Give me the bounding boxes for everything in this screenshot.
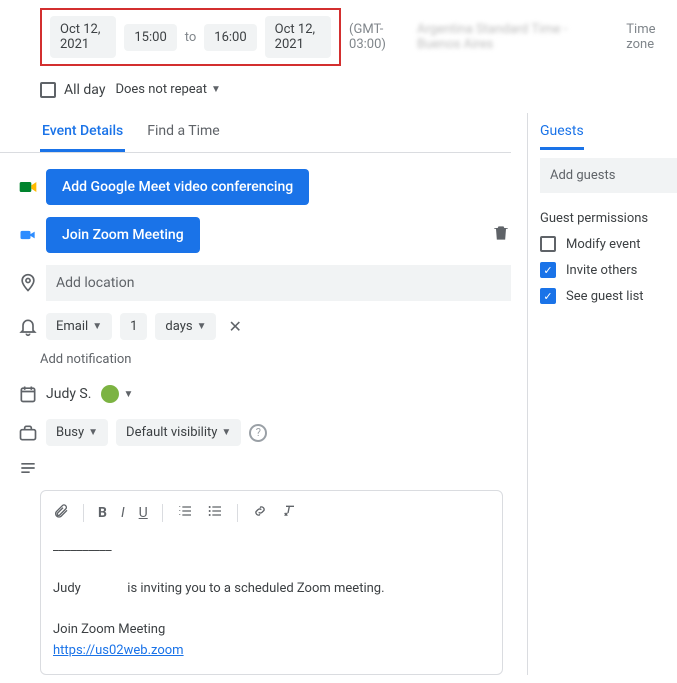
google-meet-icon xyxy=(18,177,38,197)
bold-icon[interactable]: B xyxy=(98,505,107,521)
attachment-icon[interactable] xyxy=(53,503,69,523)
allday-label: All day xyxy=(64,82,105,98)
calendar-color-swatch xyxy=(101,385,119,403)
desc-invite-text: is inviting you to a scheduled Zoom meet… xyxy=(127,581,384,596)
tz-label[interactable]: Time zone xyxy=(626,22,677,52)
allday-checkbox[interactable] xyxy=(40,82,56,98)
tab-find-a-time[interactable]: Find a Time xyxy=(145,113,222,152)
description-icon xyxy=(18,458,38,478)
owner-name: Judy S. xyxy=(46,386,91,402)
visibility-dropdown[interactable]: Default visibility▼ xyxy=(116,419,241,446)
guest-permissions-title: Guest permissions xyxy=(540,211,677,226)
see-guest-list-checkbox[interactable]: ✓ xyxy=(540,288,556,304)
calendar-color-dropdown[interactable]: ▼ xyxy=(99,381,135,407)
help-icon[interactable]: ? xyxy=(249,424,267,442)
description-editor[interactable]: B I U xyxy=(40,490,503,675)
tz-name: Argentina Standard Time - Buenos Aires xyxy=(417,22,610,52)
remove-notification-icon[interactable]: ✕ xyxy=(224,317,245,336)
see-guest-list-label: See guest list xyxy=(566,289,644,304)
clear-format-icon[interactable] xyxy=(282,503,298,523)
modify-event-label: Modify event xyxy=(566,237,641,252)
add-notification-button[interactable]: Add notification xyxy=(0,352,511,367)
invite-others-checkbox[interactable]: ✓ xyxy=(540,262,556,278)
add-google-meet-button[interactable]: Add Google Meet video conferencing xyxy=(46,169,309,205)
end-time[interactable]: 16:00 xyxy=(204,24,256,51)
underline-icon[interactable]: U xyxy=(139,505,148,521)
notif-method-dropdown[interactable]: Email▼ xyxy=(46,313,112,340)
repeat-dropdown[interactable]: Does not repeat ▼ xyxy=(113,78,222,101)
invite-others-label: Invite others xyxy=(566,263,637,278)
delete-conferencing-icon[interactable] xyxy=(491,223,511,247)
add-guests-input[interactable]: Add guests xyxy=(540,158,677,193)
to-label: to xyxy=(185,30,197,45)
briefcase-icon xyxy=(18,423,38,443)
desc-inviter: Judy xyxy=(53,581,81,596)
calendar-icon xyxy=(18,384,38,404)
modify-event-checkbox[interactable] xyxy=(540,236,556,252)
tz-offset: (GMT-03:00) xyxy=(349,22,409,52)
guests-header: Guests xyxy=(540,113,584,150)
availability-dropdown[interactable]: Busy▼ xyxy=(46,419,108,446)
datetime-range: Oct 12, 2021 15:00 to 16:00 Oct 12, 2021 xyxy=(40,8,341,66)
desc-zoom-url[interactable]: https://us02web.zoom xyxy=(53,643,184,658)
start-time[interactable]: 15:00 xyxy=(124,24,176,51)
tab-event-details[interactable]: Event Details xyxy=(40,113,125,152)
link-icon[interactable] xyxy=(252,503,268,523)
desc-separator: __________ xyxy=(53,537,490,558)
zoom-icon xyxy=(18,225,38,245)
notif-unit-dropdown[interactable]: days▼ xyxy=(155,313,216,340)
join-zoom-button[interactable]: Join Zoom Meeting xyxy=(46,217,200,253)
desc-join-label: Join Zoom Meeting xyxy=(53,622,165,637)
bell-icon xyxy=(18,317,38,337)
italic-icon[interactable]: I xyxy=(121,505,125,521)
chevron-down-icon: ▼ xyxy=(211,84,221,95)
start-date[interactable]: Oct 12, 2021 xyxy=(50,16,116,58)
editor-toolbar: B I U xyxy=(49,499,494,533)
numbered-list-icon[interactable] xyxy=(177,503,193,523)
notif-count-input[interactable]: 1 xyxy=(120,313,147,340)
location-icon xyxy=(18,273,38,293)
end-date[interactable]: Oct 12, 2021 xyxy=(265,16,331,58)
bullet-list-icon[interactable] xyxy=(207,503,223,523)
location-input[interactable]: Add location xyxy=(46,265,511,301)
